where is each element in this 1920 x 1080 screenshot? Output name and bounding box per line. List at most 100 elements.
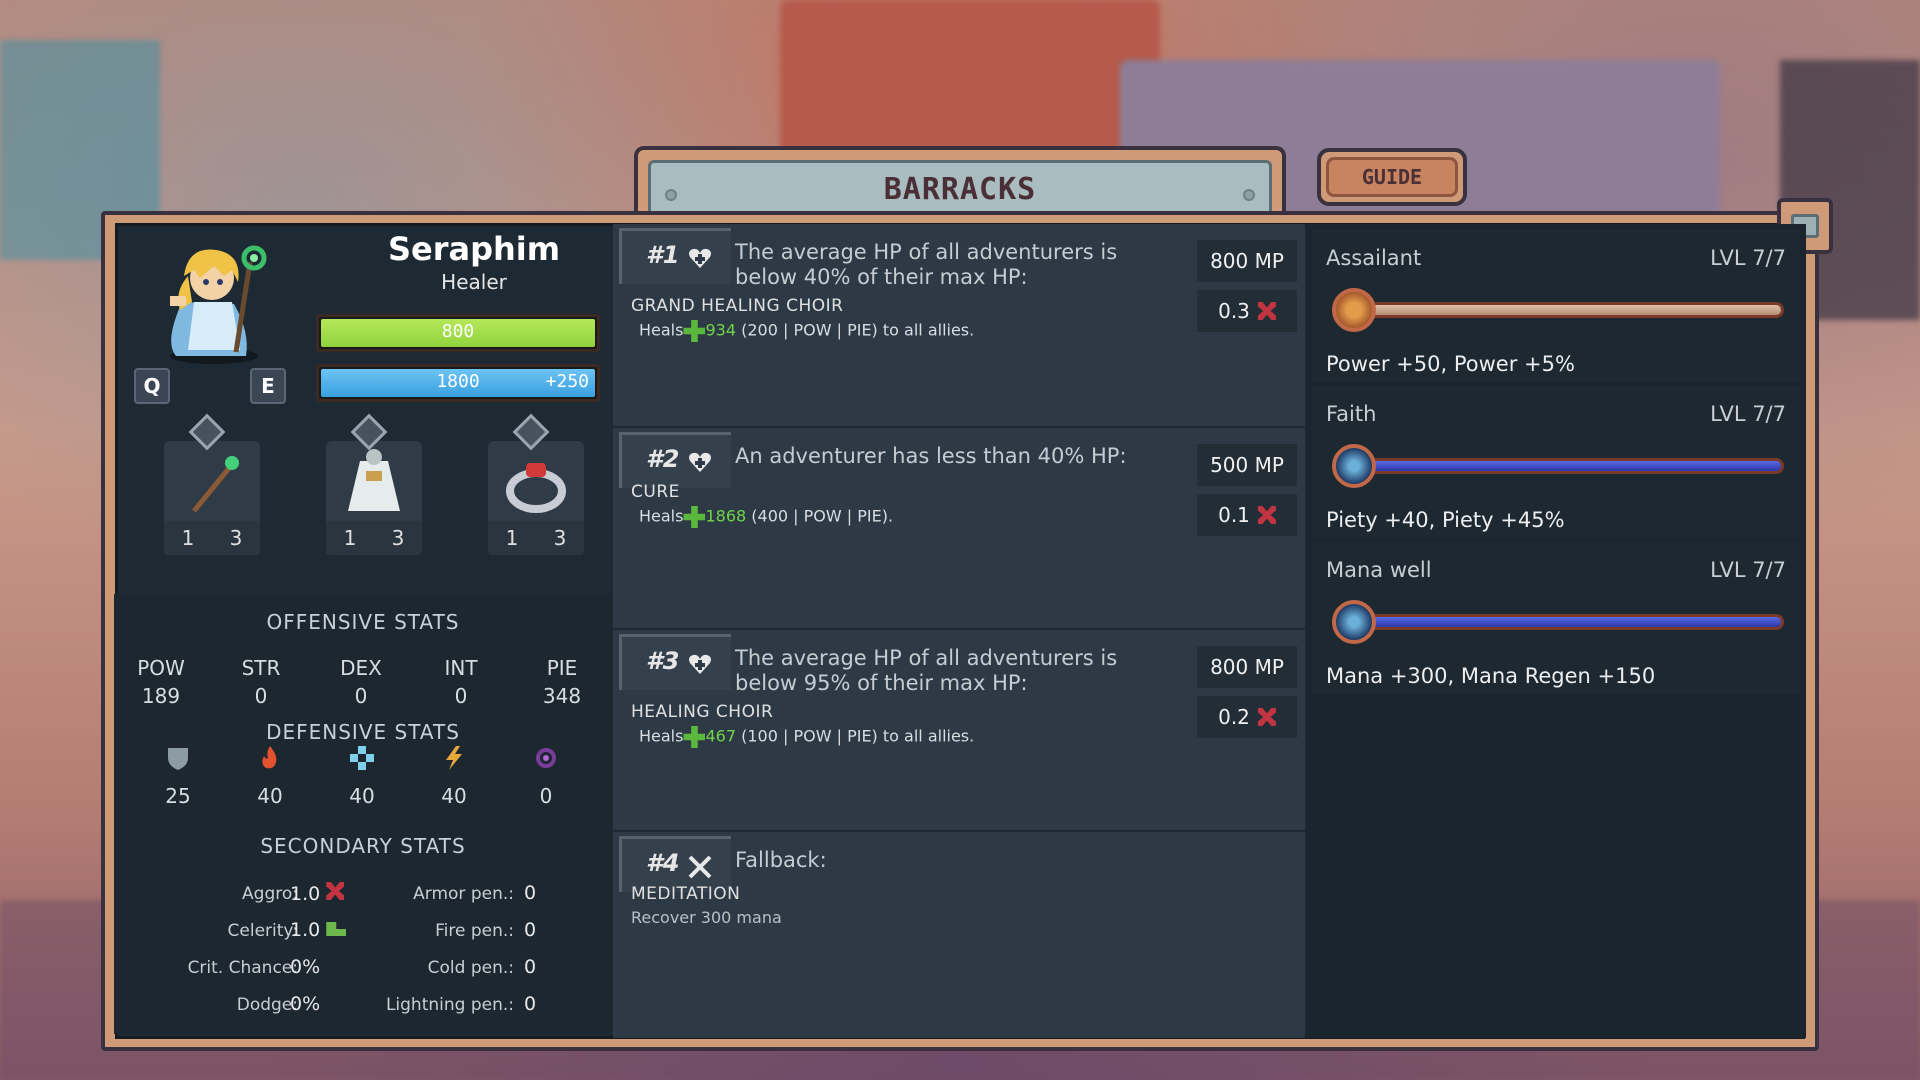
prev-hero-key[interactable]: Q <box>134 368 170 404</box>
hp-value: 800 <box>441 321 475 342</box>
trait-level: LVL 7/7 <box>1710 402 1786 426</box>
tactic-ability: HEALING CHOIR <box>631 702 774 722</box>
tactic-ability: CURE <box>631 482 680 502</box>
trait-level-bar <box>1362 614 1784 630</box>
weapon-upgrade-levels: 13 <box>164 521 260 555</box>
accessory-level-a: 1 <box>505 526 519 550</box>
stat-pie: PIE 348 <box>522 654 602 710</box>
equipment-slot-accessory[interactable]: 13 <box>480 413 584 569</box>
sec-value: 0 <box>524 882 537 904</box>
sec-label: Aggro: <box>242 884 298 904</box>
stat-label: POW <box>137 656 185 680</box>
heal-amount: 1868 <box>705 506 747 526</box>
trait-effect: Piety +40, Piety +45% <box>1326 508 1565 532</box>
weapon-level-b: 3 <box>229 526 243 550</box>
tactic-card-1[interactable]: #1 The average HP of all adventurers is … <box>613 224 1305 426</box>
mp-bonus: +250 <box>545 371 589 392</box>
trait-level: LVL 7/7 <box>1710 246 1786 270</box>
title-tab: BARRACKS <box>634 146 1286 216</box>
stat-value: 189 <box>141 684 181 708</box>
stat-value: 0 <box>354 684 368 708</box>
tactic-description: Heals 1868 (400 | POW | PIE). <box>639 506 893 528</box>
def-lightning: 40 <box>424 744 484 808</box>
stat-value: 0 <box>254 684 268 708</box>
stat-label: INT <box>444 656 478 680</box>
traits-panel: Assailant LVL 7/7 Power +50, Power +5% F… <box>1306 224 1806 1038</box>
tactic-condition: The average HP of all adventurers is bel… <box>735 646 1118 695</box>
weapon-level-a: 1 <box>181 526 195 550</box>
aggro-icon <box>1257 302 1276 320</box>
guide-button[interactable]: GUIDE <box>1317 148 1467 206</box>
cooldown-value: 0.1 <box>1218 503 1250 527</box>
fire-resist-icon <box>262 746 277 769</box>
title-plate: BARRACKS <box>648 160 1272 216</box>
trait-effect: Mana +300, Mana Regen +150 <box>1326 664 1656 688</box>
trait-faith[interactable]: Faith LVL 7/7 Piety +40, Piety +45% <box>1312 386 1800 538</box>
desc-prefix: Heals <box>639 506 684 526</box>
secondary-stats-title: SECONDARY STATS <box>260 834 466 858</box>
blue-orb-icon <box>1332 600 1376 644</box>
trait-level: LVL 7/7 <box>1710 558 1786 582</box>
stat-pow: POW 189 <box>121 654 201 710</box>
heart-icon <box>689 654 711 674</box>
armor-level-a: 1 <box>343 526 357 550</box>
sun-orb-icon <box>1332 288 1376 332</box>
trait-assailant[interactable]: Assailant LVL 7/7 Power +50, Power +5% <box>1312 230 1800 382</box>
tactic-description: Recover 300 mana <box>631 908 782 927</box>
trait-level-bar <box>1362 458 1784 474</box>
equipment-slots: 13 13 13 <box>114 413 612 589</box>
hero-portrait <box>170 245 267 364</box>
ring-icon <box>506 463 566 513</box>
mp-bar: 1800 +250 <box>316 364 600 402</box>
tactic-ability: GRAND HEALING CHOIR <box>631 296 844 316</box>
desc-suffix: (200 | POW | PIE) to all allies. <box>741 320 975 340</box>
desc-suffix: (100 | POW | PIE) to all allies. <box>741 726 975 746</box>
stat-str: STR 0 <box>221 654 301 710</box>
hero-name: Seraphim <box>387 230 561 268</box>
trait-mana-well[interactable]: Mana well LVL 7/7 Mana +300, Mana Regen … <box>1312 542 1800 694</box>
sec-value: 0 <box>524 919 537 941</box>
desc-prefix: Heals <box>639 320 684 340</box>
mana-cost: 800 MP <box>1197 646 1297 688</box>
hero-panel: Seraphim Healer 800 1800 +250 Q E 13 13 … <box>114 224 612 1038</box>
tactic-card-4[interactable]: #4 Fallback: MEDITATION Recover 300 mana <box>613 832 1305 1038</box>
stat-value: 348 <box>542 684 582 708</box>
blue-orb-icon <box>1332 444 1376 488</box>
accessory-level-b: 3 <box>553 526 567 550</box>
pin-left-icon <box>665 189 677 201</box>
tactic-number: #3 <box>646 647 680 675</box>
sec-label: Crit. Chance: <box>187 958 298 978</box>
sec-label: Dodge: <box>236 995 298 1015</box>
tactic-ability: MEDITATION <box>631 884 741 904</box>
tactic-condition: An adventurer has less than 40% HP: <box>735 444 1127 468</box>
tactic-condition: Fallback: <box>735 848 827 872</box>
defensive-stats-title: DEFENSIVE STATS <box>266 720 460 744</box>
tactic-number: #2 <box>646 445 680 473</box>
equipment-slot-weapon[interactable]: 13 <box>156 413 260 569</box>
void-resist-icon <box>536 748 556 768</box>
hp-bar: 800 <box>316 314 600 352</box>
sec-label: Cold pen.: <box>427 958 514 978</box>
hero-header: Seraphim Healer 800 1800 +250 Q E <box>114 224 612 414</box>
tactic-card-3[interactable]: #3 The average HP of all adventurers is … <box>613 630 1305 830</box>
cooldown: 0.3 <box>1197 290 1297 332</box>
crossed-swords-icon <box>688 855 712 879</box>
heart-icon <box>689 248 711 268</box>
heart-icon <box>689 452 711 472</box>
tactic-card-2[interactable]: #2 An adventurer has less than 40% HP: C… <box>613 428 1305 628</box>
trait-name: Faith <box>1326 402 1377 426</box>
accessory-upgrade-levels: 13 <box>488 521 584 555</box>
heal-amount: 934 <box>705 320 737 340</box>
def-armor: 25 <box>148 744 208 808</box>
cooldown-value: 0.3 <box>1218 299 1250 323</box>
cooldown-value: 0.2 <box>1218 705 1250 729</box>
tactic-number: #4 <box>646 849 680 877</box>
tactic-number: #1 <box>646 241 680 269</box>
equipment-slot-armor[interactable]: 13 <box>318 413 422 569</box>
next-hero-key[interactable]: E <box>250 368 286 404</box>
heal-plus-icon <box>683 320 706 342</box>
tactics-panel: #1 The average HP of all adventurers is … <box>613 224 1305 1038</box>
def-value: 25 <box>165 784 191 808</box>
sec-label: Lightning pen.: <box>385 995 514 1015</box>
sec-value: 0 <box>524 993 537 1015</box>
